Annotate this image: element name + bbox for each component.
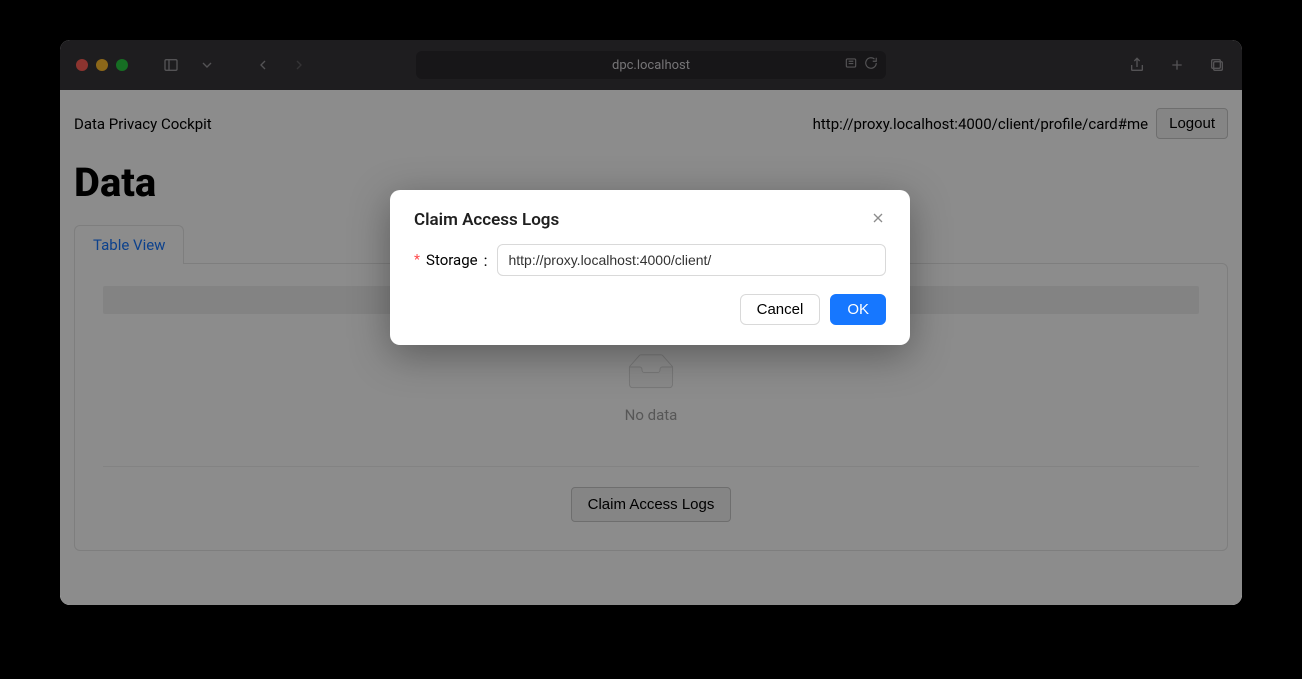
ok-button[interactable]: OK xyxy=(830,294,886,325)
colon: : xyxy=(484,251,488,270)
required-marker: * xyxy=(414,252,420,268)
modal-title: Claim Access Logs xyxy=(414,210,870,230)
storage-field-row: * Storage : xyxy=(414,244,886,276)
claim-access-logs-modal: Claim Access Logs * Storage : Cancel OK xyxy=(390,190,910,345)
storage-input[interactable] xyxy=(497,244,886,276)
cancel-button[interactable]: Cancel xyxy=(740,294,821,325)
close-icon[interactable] xyxy=(870,210,886,230)
storage-label: Storage xyxy=(426,251,478,269)
